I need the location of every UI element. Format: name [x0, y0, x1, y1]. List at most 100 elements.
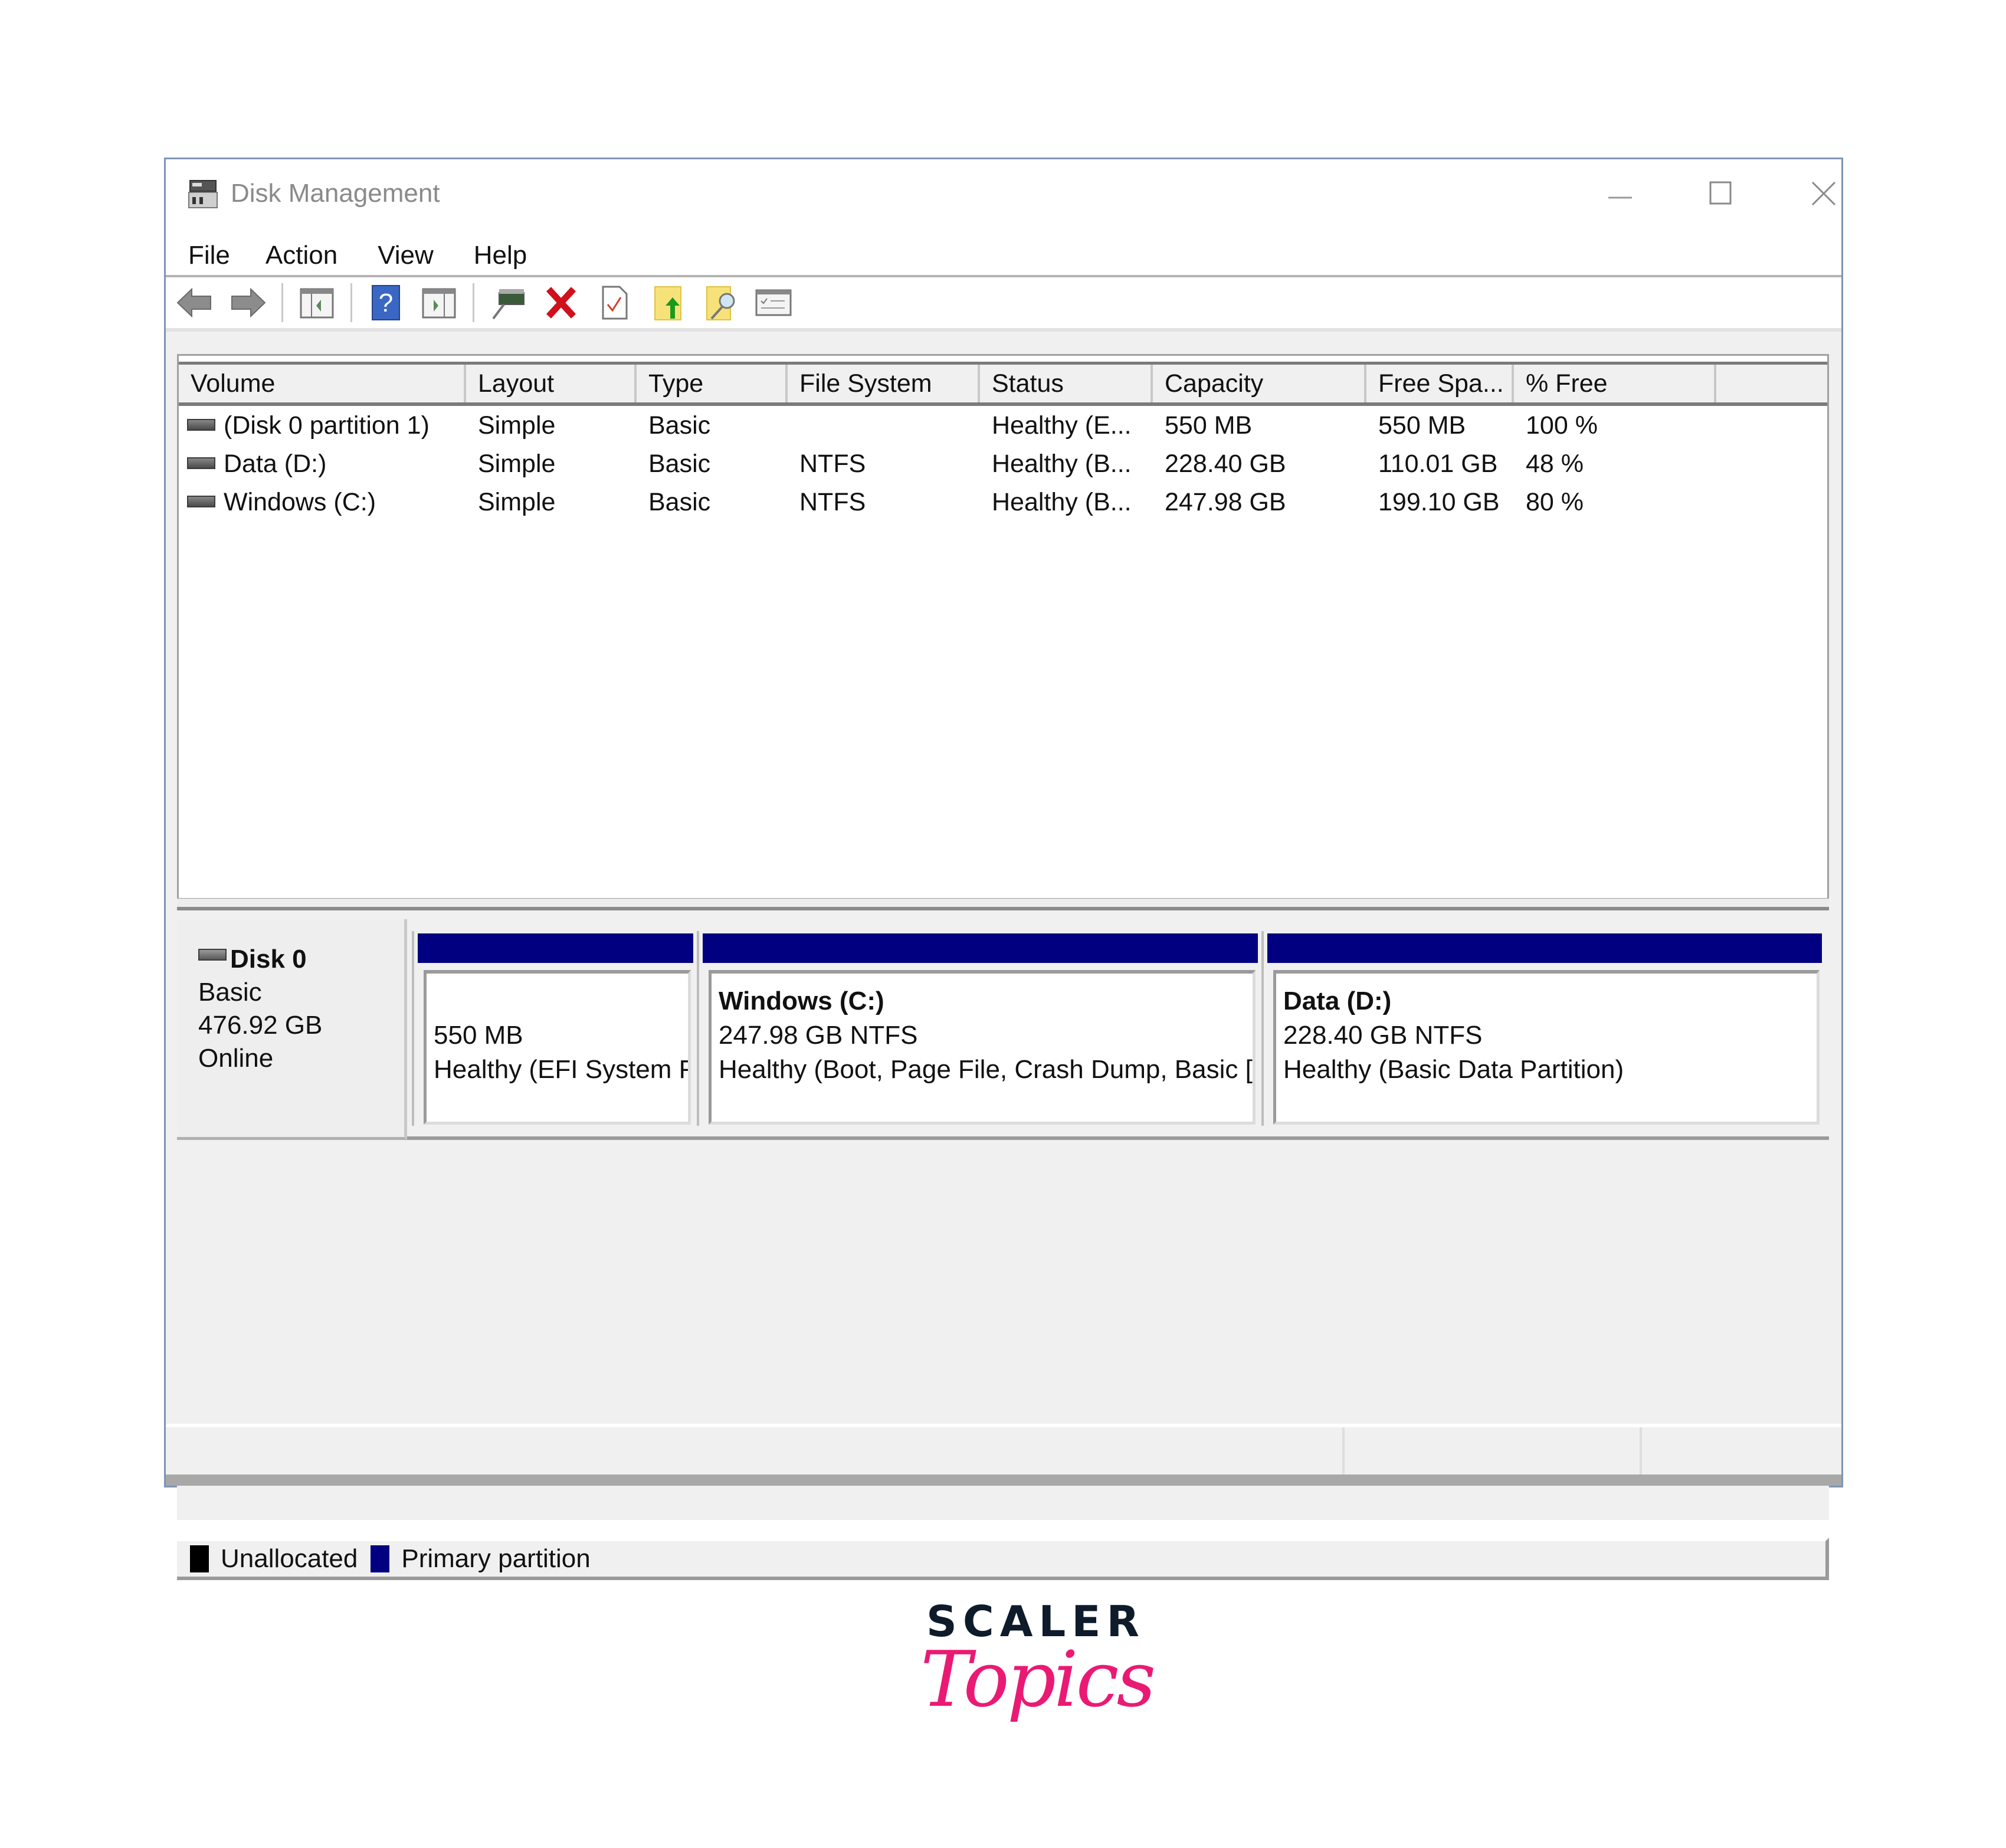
volume-name: Data (D:)	[224, 450, 327, 478]
unallocated-swatch	[190, 1545, 209, 1572]
maximize-button[interactable]	[1688, 170, 1753, 217]
volume-list-header: Volume Layout Type File System Status Ca…	[179, 362, 1827, 406]
menu-action[interactable]: Action	[243, 238, 355, 273]
close-button[interactable]	[1791, 170, 1856, 217]
logo-topics-text: Topics	[920, 1634, 1156, 1724]
cell-layout: Simple	[478, 411, 556, 440]
column-header-layout[interactable]: Layout	[466, 365, 637, 402]
show-hide-console-tree-button[interactable]	[297, 283, 336, 322]
menu-help[interactable]: Help	[451, 238, 545, 273]
partition-status: Healthy (Boot, Page File, Crash Dump, Ba…	[719, 1055, 1253, 1084]
show-hide-action-pane-icon	[422, 288, 456, 319]
connect-disk-button[interactable]	[489, 283, 527, 322]
table-row[interactable]: Windows (C:) Simple Basic NTFS Healthy (…	[179, 483, 1827, 522]
cell-capacity: 247.98 GB	[1165, 488, 1286, 516]
disk-management-window: Disk Management File Action View Help ?	[164, 158, 1843, 1580]
primary-partition-bar	[418, 933, 693, 963]
partition-size: 228.40 GB NTFS	[1283, 1021, 1483, 1050]
delete-icon	[546, 287, 576, 319]
cell-free-space: 199.10 GB	[1378, 488, 1500, 516]
cell-percent-free: 80 %	[1526, 488, 1584, 516]
disk-0-info[interactable]: Disk 0 Basic 476.92 GB Online	[177, 919, 407, 1140]
volume-icon	[187, 495, 215, 507]
pane-splitter[interactable]	[177, 899, 1829, 910]
cell-volume: (Disk 0 partition 1)	[179, 407, 466, 445]
delete-button[interactable]	[542, 283, 581, 322]
legend-unallocated: Unallocated	[221, 1544, 358, 1573]
window-title: Disk Management	[231, 179, 440, 208]
cell-file-system: NTFS	[799, 450, 866, 478]
checklist-window-button[interactable]	[754, 283, 793, 322]
properties-button[interactable]	[595, 283, 634, 322]
partition-size: 247.98 GB NTFS	[719, 1021, 918, 1050]
table-row[interactable]: Data (D:) Simple Basic NTFS Healthy (B..…	[179, 445, 1827, 483]
cell-layout: Simple	[478, 450, 556, 478]
partition-name: Data (D:)	[1283, 987, 1392, 1015]
menu-bar: File Action View Help	[166, 236, 1841, 278]
column-header-status[interactable]: Status	[980, 365, 1153, 402]
show-hide-action-pane-button[interactable]	[419, 283, 458, 322]
help-button[interactable]: ?	[366, 283, 405, 322]
partition-name: Windows (C:)	[719, 987, 884, 1015]
minimize-button[interactable]	[1588, 170, 1653, 217]
disk-state: Online	[198, 1044, 274, 1073]
connect-disk-icon	[492, 289, 525, 320]
column-header-file-system[interactable]: File System	[788, 365, 980, 402]
partition-details: Windows (C:) 247.98 GB NTFS Healthy (Boo…	[709, 970, 1256, 1125]
toolbar: ?	[166, 277, 1841, 332]
disk-management-app-icon	[186, 177, 219, 210]
menu-view[interactable]: View	[355, 238, 451, 273]
maximize-icon	[1709, 181, 1732, 205]
window-bottom-border	[166, 1475, 1841, 1486]
legend: Unallocated Primary partition	[177, 1538, 1829, 1580]
primary-partition-bar	[1267, 933, 1822, 963]
volume-name: (Disk 0 partition 1)	[224, 411, 430, 440]
cell-file-system	[788, 407, 980, 445]
cell-percent-free: 48 %	[1526, 450, 1584, 478]
disk-name-text: Disk 0	[230, 945, 307, 974]
cell-free-space: 550 MB	[1378, 411, 1466, 440]
back-arrow-icon	[176, 287, 211, 318]
help-icon: ?	[372, 285, 400, 320]
primary-partition-bar	[703, 933, 1258, 963]
partition-windows-c[interactable]: Windows (C:) 247.98 GB NTFS Healthy (Boo…	[697, 931, 1261, 1126]
cell-file-system: NTFS	[799, 488, 866, 516]
folder-up-icon	[654, 286, 681, 320]
partition-details: 550 MB Healthy (EFI System F	[424, 970, 691, 1125]
back-button[interactable]	[175, 283, 214, 322]
svg-text:?: ?	[379, 289, 393, 317]
column-header-capacity[interactable]: Capacity	[1153, 365, 1366, 402]
folder-search-button[interactable]	[701, 283, 740, 322]
partition-data-d[interactable]: Data (D:) 228.40 GB NTFS Healthy (Basic …	[1261, 931, 1825, 1126]
cell-percent-free: 100 %	[1526, 411, 1598, 440]
cell-type: Basic	[648, 411, 711, 440]
cell-volume: Windows (C:)	[179, 483, 466, 522]
volume-list[interactable]: Volume Layout Type File System Status Ca…	[177, 354, 1829, 900]
partition-details: Data (D:) 228.40 GB NTFS Healthy (Basic …	[1273, 970, 1820, 1125]
menu-file[interactable]: File	[166, 238, 243, 273]
column-header-type[interactable]: Type	[637, 365, 788, 402]
cell-capacity: 550 MB	[1165, 411, 1253, 440]
column-header-free-space[interactable]: Free Spa...	[1366, 365, 1514, 402]
table-row[interactable]: (Disk 0 partition 1) Simple Basic Health…	[179, 407, 1827, 445]
disk-icon	[198, 949, 227, 961]
status-bar	[166, 1424, 1841, 1475]
partition-name	[434, 984, 688, 1018]
primary-partition-swatch	[371, 1545, 390, 1572]
partition-efi[interactable]: 550 MB Healthy (EFI System F	[412, 931, 697, 1126]
status-bar-divider	[1640, 1427, 1642, 1475]
column-header-volume[interactable]: Volume	[179, 365, 466, 402]
column-header-percent-free[interactable]: % Free	[1514, 365, 1716, 402]
cell-type: Basic	[648, 450, 711, 478]
properties-check-icon	[602, 286, 628, 320]
toolbar-separator	[473, 283, 474, 322]
checklist-window-icon	[755, 289, 792, 316]
forward-button[interactable]	[228, 283, 267, 322]
toolbar-separator	[350, 283, 352, 322]
folder-up-button[interactable]	[648, 283, 687, 322]
cell-status: Healthy (B...	[992, 450, 1132, 478]
volume-name: Windows (C:)	[224, 488, 376, 516]
legend-primary-partition: Primary partition	[401, 1544, 591, 1573]
disk-size: 476.92 GB	[198, 1011, 323, 1040]
show-hide-console-tree-icon	[300, 288, 334, 319]
